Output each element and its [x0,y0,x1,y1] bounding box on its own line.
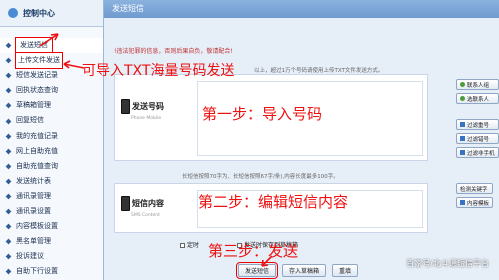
bullet-icon [5,103,12,109]
sidebar: 控制中心 发送短信 上传文件发送 短信发送记录 回执状态查询 草稿箱管理 回复短… [0,0,104,280]
sidebar-title: 控制中心 [23,8,55,18]
sidebar-item-receipt-status[interactable]: 回执状态查询 [0,83,103,98]
contact-group-button[interactable]: 联系人组 [456,79,499,90]
bullet-icon [5,208,12,215]
action-buttons: 发送短信 存入草稿箱 重填 [235,262,359,279]
filter-duplicates-button[interactable]: 过滤重号 [456,119,499,130]
content-template-button[interactable]: 内容模板 [456,197,494,208]
send-sms-button[interactable]: 发送短信 [235,262,279,279]
main-area: 发送短信 !违法犯罪的信息，否则后果自负，敬请配合! 以上，超过1万个号码请使用… [104,0,499,280]
number-tools: 联系人组 选联系人 过滤重号 过滤错号 过滤非手机 [456,79,499,158]
sidebar-item-online-recharge[interactable]: 网上自助充值 [0,144,103,159]
sidebar-item-downlink-settings[interactable]: 自助下行设置 [0,264,103,279]
bullet-icon [5,254,12,260]
check-keywords-button[interactable]: 检测关键字 [456,183,494,194]
annotation-import-txt: 可导入TXT海量号码发送 [82,63,235,79]
sidebar-item-reply-sms[interactable]: 回复短信 [0,113,103,128]
timer-checkbox[interactable] [180,243,185,248]
bullet-icon [5,72,12,79]
reset-button[interactable]: 重填 [332,264,359,277]
mobile-phone-icon [121,196,130,211]
bullet-icon [5,57,12,64]
filter-icon [460,150,465,155]
bullet-icon [5,238,12,245]
timer-option[interactable]: 定时 [180,240,199,249]
mobile-phone-icon [121,99,130,114]
sidebar-item-drafts[interactable]: 草稿箱管理 [0,98,103,113]
filter-icon [460,136,465,141]
page-title: 发送短信 [104,0,499,18]
notice-text: !违法犯罪的信息，否则后果自负，敬请配合! [114,48,233,55]
save-draft-button[interactable]: 存入草稿箱 [282,264,327,277]
control-center-icon [8,8,18,18]
watermark: 百家号/北斗通短信平台 [406,259,489,268]
content-tools: 检测关键字 内容模板 [456,183,494,208]
filter-non-mobile-button[interactable]: 过滤非手机 [456,147,499,158]
template-icon [460,200,465,205]
group-icon [460,82,465,87]
contact-icon [460,96,465,101]
bullet-icon [5,42,12,49]
bullet-icon [5,178,12,185]
annotation-step3: 第三步：发送 [208,242,299,260]
bullet-icon [5,163,12,170]
sidebar-item-complaints[interactable]: 投诉建议 [0,249,103,264]
sidebar-item-templates[interactable]: 内容模板设置 [0,219,103,234]
sidebar-item-blacklist[interactable]: 黑名单管理 [0,234,103,249]
sidebar-item-send-sms[interactable]: 发送短信 [0,36,103,55]
filter-errors-button[interactable]: 过滤错号 [456,133,499,144]
annotation-step1: 第一步：导入号码 [202,105,323,123]
bullet-icon [5,133,12,139]
sidebar-item-contacts-manage[interactable]: 通讯录管理 [0,189,103,204]
sidebar-header: 控制中心 [0,0,103,27]
bullet-icon [5,87,12,94]
bullet-icon [5,148,12,155]
number-limit-hint: 以上，超过1万个号码请使用上传TXT文件发送方式。 [254,68,384,74]
filter-icon [460,122,465,127]
bullet-icon [5,223,12,230]
bullet-icon [5,193,12,200]
sidebar-item-recharge-query[interactable]: 自助充值查询 [0,159,103,174]
sms-length-hint: 长短信按照70字为、长短信按照67字/条),内容长度最多100字。 [182,174,339,180]
bullet-icon [5,269,12,275]
sms-content-logo: 短信内容 SMS Content [121,196,187,218]
annotation-step2: 第二步：编辑短信内容 [198,193,349,211]
select-contact-button[interactable]: 选联系人 [456,93,499,104]
sidebar-item-recharge-record[interactable]: 我的充值记录 [0,129,103,144]
bullet-icon [5,118,12,124]
phone-numbers-logo: 发送号码 Phone Mobile [121,99,187,121]
sidebar-item-send-stats[interactable]: 发送统计表 [0,174,103,189]
sidebar-item-contacts-settings[interactable]: 通讯录设置 [0,204,103,219]
